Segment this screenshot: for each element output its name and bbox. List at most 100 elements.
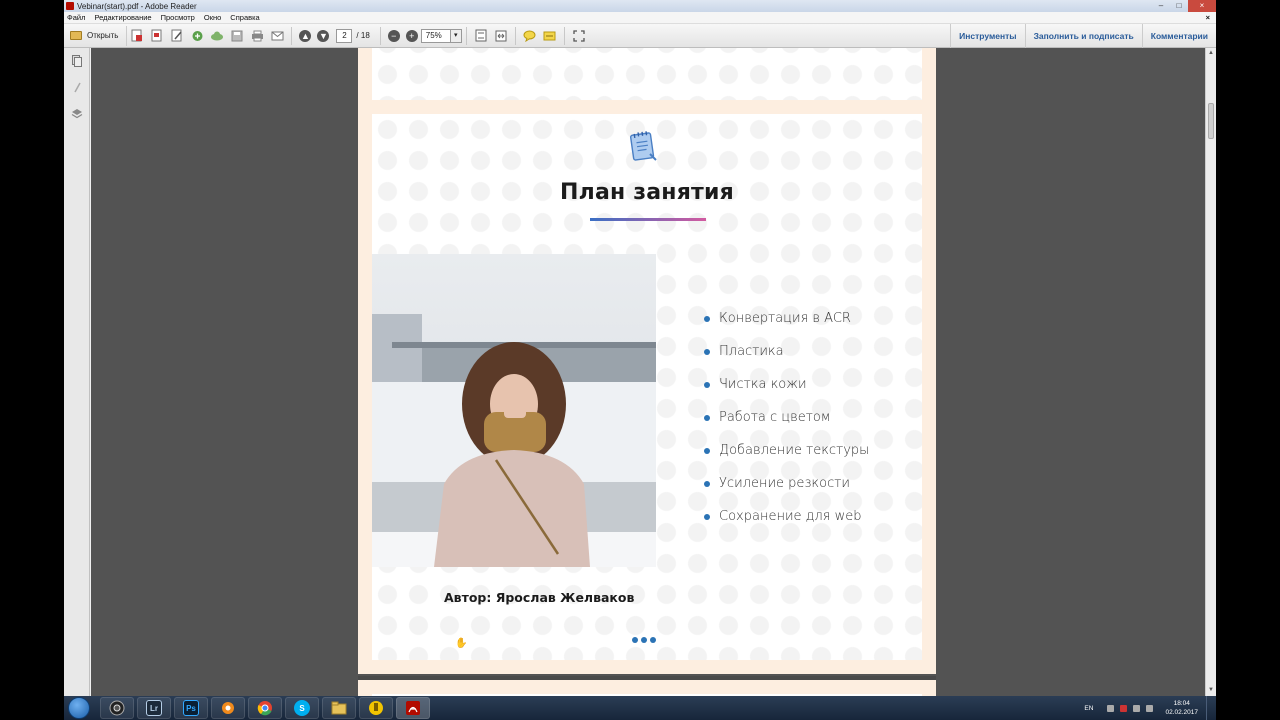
adobe-reader-window: Vebinar(start).pdf - Adobe Reader – □ × … <box>64 0 1216 696</box>
fit-width-icon[interactable] <box>494 29 508 43</box>
tab-fill-and-sign[interactable]: Заполнить и подписать <box>1024 23 1142 48</box>
taskbar-app-chrome[interactable] <box>248 697 282 719</box>
main-toolbar: Открыть ▲ ▼ 2 / 18 − + 75% ▾ Инструменты… <box>64 23 1216 48</box>
attachments-icon[interactable] <box>70 80 84 94</box>
portrait-photo <box>372 254 656 567</box>
list-item: Добавление текстуры <box>704 434 869 467</box>
close-button[interactable]: × <box>1188 0 1216 12</box>
previous-page-icon[interactable]: ▲ <box>299 29 312 42</box>
list-item-label: Конвертация в ACR <box>719 311 851 326</box>
highlight-icon[interactable] <box>543 29 557 43</box>
start-button[interactable] <box>68 697 90 719</box>
decorative-dots <box>632 637 659 643</box>
list-item: Чистка кожи <box>704 368 869 401</box>
maximize-button[interactable]: □ <box>1170 0 1188 12</box>
taskbar-app-explorer[interactable] <box>322 697 356 719</box>
skype-icon: S <box>294 700 310 716</box>
adobe-reader-app-icon <box>66 2 74 10</box>
zoom-level-input[interactable]: 75% <box>420 28 451 43</box>
tab-tools[interactable]: Инструменты <box>950 23 1024 48</box>
document-view[interactable]: д План занятия <box>91 48 1205 696</box>
clock[interactable]: 18:04 02.02.2017 <box>1165 699 1198 717</box>
hand-cursor-icon: ✋ <box>455 638 468 649</box>
menu-file[interactable]: Файл <box>67 13 85 22</box>
title-bar: Vebinar(start).pdf - Adobe Reader – □ × <box>64 0 1216 12</box>
system-tray: EN 18:04 02.02.2017 <box>1084 696 1216 720</box>
list-item: Конвертация в ACR <box>704 302 869 335</box>
task-panes: Инструменты Заполнить и подписать Коммен… <box>950 23 1216 48</box>
page-content: План занятия Конвертация в ACR Пластика … <box>372 114 922 660</box>
layers-icon[interactable] <box>70 106 84 120</box>
menu-window[interactable]: Окно <box>204 13 221 22</box>
lesson-plan-list: Конвертация в ACR Пластика Чистка кожи Р… <box>704 302 869 533</box>
dot-icon <box>632 637 638 643</box>
bullet-dot <box>704 381 710 388</box>
next-page-icon[interactable]: ▼ <box>317 29 330 42</box>
list-item: Сохранение для web <box>704 500 869 533</box>
show-desktop-button[interactable] <box>1206 696 1216 720</box>
fit-page-icon[interactable] <box>474 29 488 43</box>
page-number-input[interactable]: 2 <box>336 28 353 43</box>
fullscreen-icon[interactable] <box>572 29 586 43</box>
list-item-label: Работа с цветом <box>719 410 831 425</box>
tab-comments[interactable]: Комментарии <box>1141 23 1216 48</box>
zoom-dropdown-chevron-icon[interactable]: ▾ <box>450 28 462 43</box>
dot-icon <box>641 637 647 643</box>
scroll-up-icon[interactable]: ▲ <box>1206 48 1216 59</box>
network-icon[interactable] <box>1133 704 1141 712</box>
save-icon[interactable] <box>230 29 244 43</box>
bullet-dot <box>704 513 710 520</box>
tray-arrow-icon[interactable] <box>1107 704 1115 712</box>
menu-bar: Файл Редактирование Просмотр Окно Справк… <box>64 12 1216 24</box>
minimize-button[interactable]: – <box>1152 0 1170 12</box>
page-thumbnails-icon[interactable] <box>70 54 84 68</box>
zoom-in-icon[interactable]: + <box>405 29 418 42</box>
taskbar-app-skype[interactable]: S <box>285 697 319 719</box>
tray-app-icon[interactable] <box>1120 704 1128 712</box>
share-icon[interactable] <box>190 29 204 43</box>
dot-icon <box>650 637 656 643</box>
open-button[interactable]: Открыть <box>64 25 128 46</box>
language-indicator[interactable]: EN <box>1084 705 1093 712</box>
document-close-button[interactable]: × <box>1206 13 1210 22</box>
list-item-label: Усиление резкости <box>719 476 850 491</box>
taskbar-app-notes[interactable] <box>359 697 393 719</box>
create-pdf-icon[interactable] <box>130 29 144 43</box>
bullet-dot <box>704 480 710 487</box>
comment-icon[interactable] <box>523 29 537 43</box>
windows-taskbar: Lr Ps S EN 18:04 02.02.2017 <box>64 696 1216 720</box>
bullet-dot <box>704 348 710 355</box>
scrollbar-thumb[interactable] <box>1208 103 1214 139</box>
title-underline <box>590 218 706 221</box>
menu-view[interactable]: Просмотр <box>161 13 195 22</box>
page-title: План занятия <box>560 180 734 205</box>
pdf-page-2: План занятия Конвертация в ACR Пластика … <box>358 100 936 674</box>
list-item: Усиление резкости <box>704 467 869 500</box>
vertical-scrollbar[interactable]: ▲ ▼ <box>1205 48 1216 696</box>
bullet-dot <box>704 447 710 454</box>
taskbar-app-lightroom[interactable]: Lr <box>137 697 171 719</box>
export-pdf-icon[interactable] <box>150 29 164 43</box>
cloud-upload-icon[interactable] <box>210 29 224 43</box>
toolbar-separator <box>379 26 381 45</box>
taskbar-app-adobe-reader[interactable] <box>396 697 430 719</box>
edit-pdf-icon[interactable] <box>170 29 184 43</box>
email-icon[interactable] <box>270 29 284 43</box>
volume-icon[interactable] <box>1146 704 1154 712</box>
list-item: Пластика <box>704 335 869 368</box>
print-icon[interactable] <box>250 29 264 43</box>
zoom-out-icon[interactable]: − <box>387 29 400 42</box>
taskbar-app-settings[interactable] <box>211 697 245 719</box>
clock-date: 02.02.2017 <box>1165 709 1198 716</box>
bullet-dot <box>704 315 710 322</box>
menu-help[interactable]: Справка <box>230 13 259 22</box>
window-title: Vebinar(start).pdf - Adobe Reader <box>77 1 197 11</box>
bullet-dot <box>704 414 710 421</box>
taskbar-app-camera[interactable] <box>100 697 134 719</box>
open-label: Открыть <box>87 31 119 40</box>
menu-edit[interactable]: Редактирование <box>94 13 151 22</box>
list-item-label: Добавление текстуры <box>719 443 870 458</box>
clock-time: 18:04 <box>1173 700 1190 707</box>
scroll-down-icon[interactable]: ▼ <box>1206 685 1216 696</box>
taskbar-app-photoshop[interactable]: Ps <box>174 697 208 719</box>
